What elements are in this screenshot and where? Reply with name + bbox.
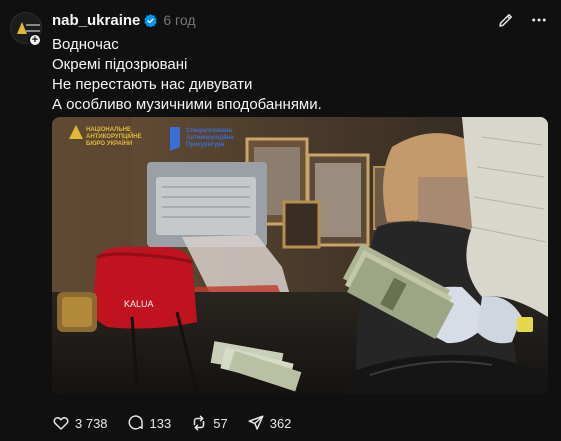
share-button[interactable]: 362 — [247, 414, 292, 432]
follow-plus-icon[interactable]: + — [28, 33, 42, 47]
like-button[interactable]: 3 738 — [52, 414, 108, 432]
post-line: Окремі підозрювані — [52, 56, 188, 73]
repost-icon — [194, 415, 205, 431]
comment-count: 133 — [149, 415, 172, 431]
comment-icon — [128, 415, 143, 430]
username[interactable]: nab_ukraine — [52, 12, 140, 29]
post-actions: 3 738 133 57 362 — [52, 413, 310, 433]
repost-button[interactable]: 57 — [190, 414, 228, 432]
sap-logo-line: Спеціалізована — [186, 128, 233, 134]
post-header: nab_ukraine 6 год — [52, 11, 196, 29]
share-count: 362 — [269, 415, 292, 431]
post-line: А особливо музичними вподобаннями. — [52, 96, 322, 113]
sap-logo-line: Прокуратура — [186, 142, 225, 148]
nabu-logo-line: БЮРО УКРАЇНИ — [86, 140, 132, 147]
sap-logo-icon — [170, 127, 180, 151]
sap-logo-line: Антикорупційна — [186, 134, 234, 141]
nabu-logo-text — [26, 24, 40, 32]
nabu-logo-line: НАЦІОНАЛЬНЕ — [86, 127, 131, 133]
post-image[interactable]: KALUA НАЦІОНАЛЬНЕ АНТИКОРУПЦІЙНЕ БЮРО УК… — [52, 117, 548, 394]
hat-text: KALUA — [124, 299, 154, 309]
comment-button[interactable]: 133 — [127, 414, 172, 432]
post-time: 6 год — [163, 12, 196, 28]
repost-count: 57 — [213, 415, 228, 431]
post-line: Водночас — [52, 36, 119, 53]
like-count: 3 738 — [75, 415, 108, 431]
post-photo: KALUA НАЦІОНАЛЬНЕ АНТИКОРУПЦІЙНЕ БЮРО УК… — [52, 117, 548, 394]
more-icon[interactable] — [530, 11, 548, 29]
share-icon — [248, 415, 264, 430]
post-text: Водночас Окремі підозрювані Не перестают… — [52, 35, 322, 115]
edit-icon[interactable] — [497, 11, 515, 29]
verified-icon — [144, 13, 158, 27]
nabu-logo-line: АНТИКОРУПЦІЙНЕ — [86, 132, 142, 140]
heart-icon — [53, 417, 69, 430]
post-line: Не перестають нас дивувати — [52, 76, 253, 93]
